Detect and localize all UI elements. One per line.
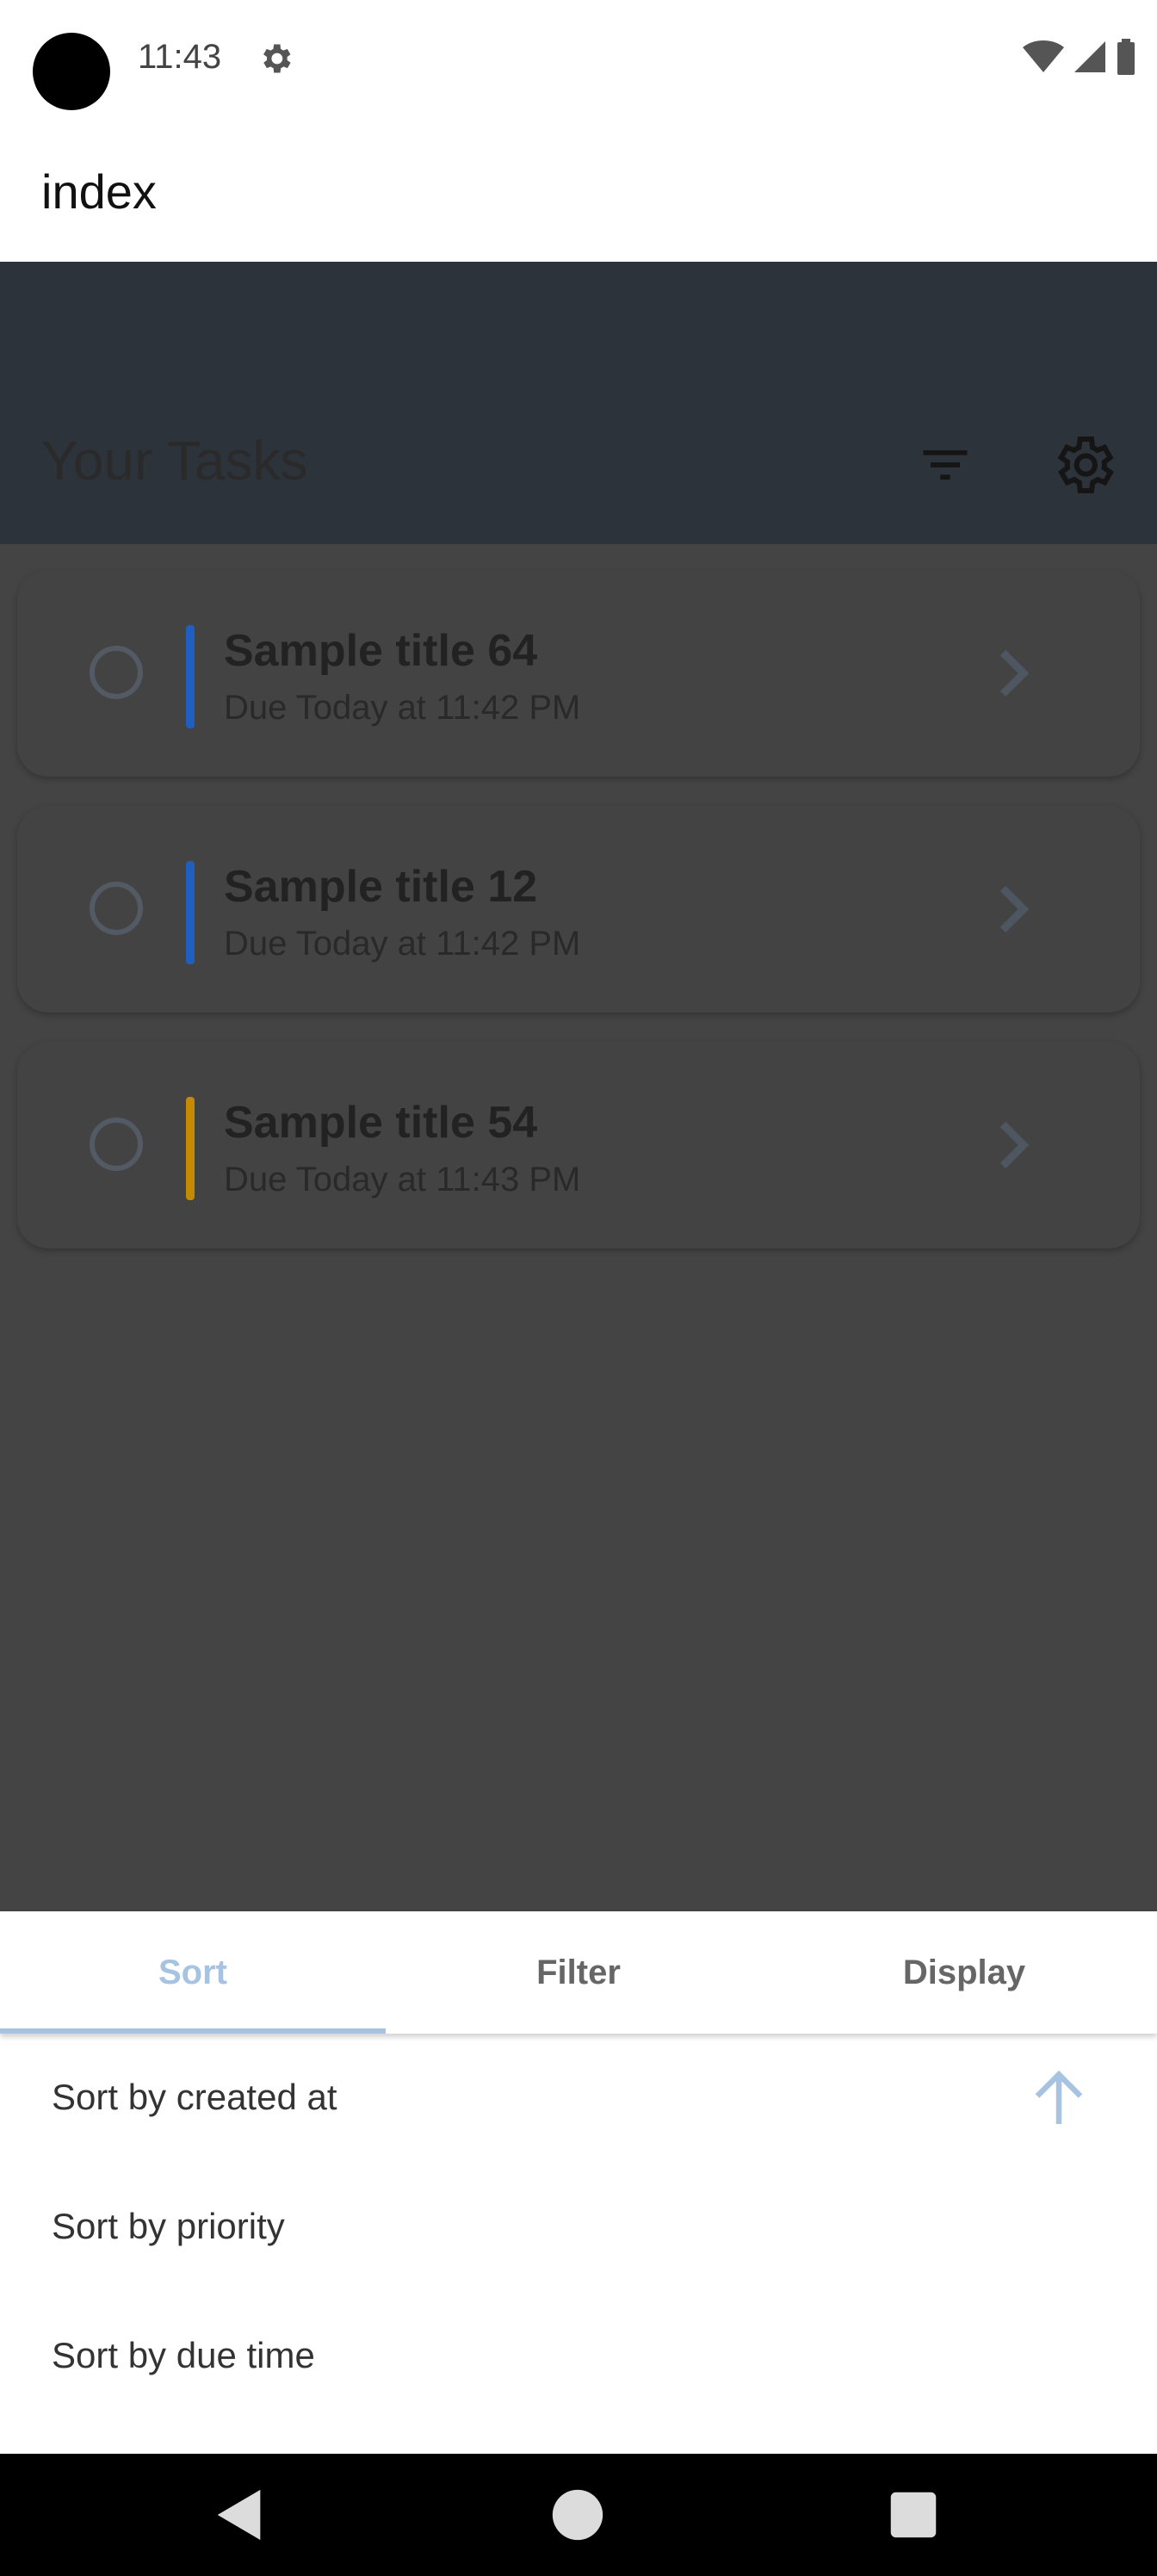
task-due: Due Today at 11:43 PM: [224, 1161, 581, 1198]
app-bar: index: [0, 121, 1157, 262]
task-list: Sample title 64 Due Today at 11:42 PM Sa…: [0, 544, 1157, 1911]
task-complete-radio[interactable]: [90, 882, 143, 935]
tasks-header: Your Tasks: [0, 262, 1157, 544]
filter-icon[interactable]: [916, 436, 974, 494]
task-due: Due Today at 11:42 PM: [224, 925, 581, 963]
task-title: Sample title 64: [224, 626, 538, 676]
screen: 11:43 index Your Tasks Sample title 64 D…: [0, 0, 1157, 2576]
tab-display[interactable]: Display: [771, 1911, 1157, 2034]
task-card[interactable]: Sample title 54 Due Today at 11:43 PM: [17, 1042, 1140, 1248]
sort-option-created-at[interactable]: Sort by created at: [0, 2034, 1157, 2163]
tab-filter[interactable]: Filter: [386, 1911, 771, 2034]
sort-option-priority[interactable]: Sort by priority: [0, 2163, 1157, 2292]
priority-indicator: [186, 861, 195, 964]
task-complete-radio[interactable]: [90, 646, 143, 699]
status-bar: 11:43: [0, 0, 1157, 121]
status-time: 11:43: [138, 38, 222, 76]
back-icon[interactable]: [210, 2485, 270, 2545]
settings-notification-icon: [263, 44, 291, 73]
sort-option-due-time[interactable]: Sort by due time: [0, 2292, 1157, 2421]
task-due: Due Today at 11:42 PM: [224, 689, 581, 727]
sort-option-label: Sort by created at: [52, 2077, 337, 2117]
tab-sort[interactable]: Sort: [0, 1911, 386, 2034]
home-icon[interactable]: [548, 2485, 608, 2545]
tab-label: Filter: [536, 1953, 621, 1991]
task-title: Sample title 54: [224, 1098, 538, 1148]
chevron-right-icon[interactable]: [995, 647, 1036, 699]
chevron-right-icon[interactable]: [995, 1119, 1036, 1171]
task-card[interactable]: Sample title 64 Due Today at 11:42 PM: [17, 570, 1140, 777]
app-title: index: [41, 164, 157, 219]
sort-option-label: Sort by priority: [52, 2206, 285, 2246]
priority-indicator: [186, 1097, 195, 1200]
sort-filter-sheet: Sort Filter Display Sort by created at S…: [0, 1911, 1157, 2454]
task-complete-radio[interactable]: [90, 1118, 143, 1171]
arrow-up-icon[interactable]: [1033, 2068, 1085, 2128]
gear-icon[interactable]: [1049, 430, 1117, 499]
page-title: Your Tasks: [41, 430, 308, 492]
battery-icon: [1117, 39, 1135, 75]
priority-indicator: [186, 625, 195, 728]
chevron-right-icon[interactable]: [995, 883, 1036, 935]
sheet-tabs: Sort Filter Display: [0, 1911, 1157, 2034]
wifi-icon: [1023, 40, 1064, 72]
tab-label: Display: [902, 1953, 1026, 1991]
cell-signal-icon: [1074, 41, 1105, 72]
task-title: Sample title 12: [224, 862, 538, 912]
system-nav-bar: [0, 2454, 1157, 2576]
camera-cutout: [33, 33, 110, 110]
task-card[interactable]: Sample title 12 Due Today at 11:42 PM: [17, 806, 1140, 1012]
sort-option-label: Sort by due time: [52, 2335, 315, 2375]
status-icons: [1023, 38, 1136, 76]
tab-label: Sort: [158, 1953, 227, 1991]
recents-icon[interactable]: [883, 2485, 944, 2545]
